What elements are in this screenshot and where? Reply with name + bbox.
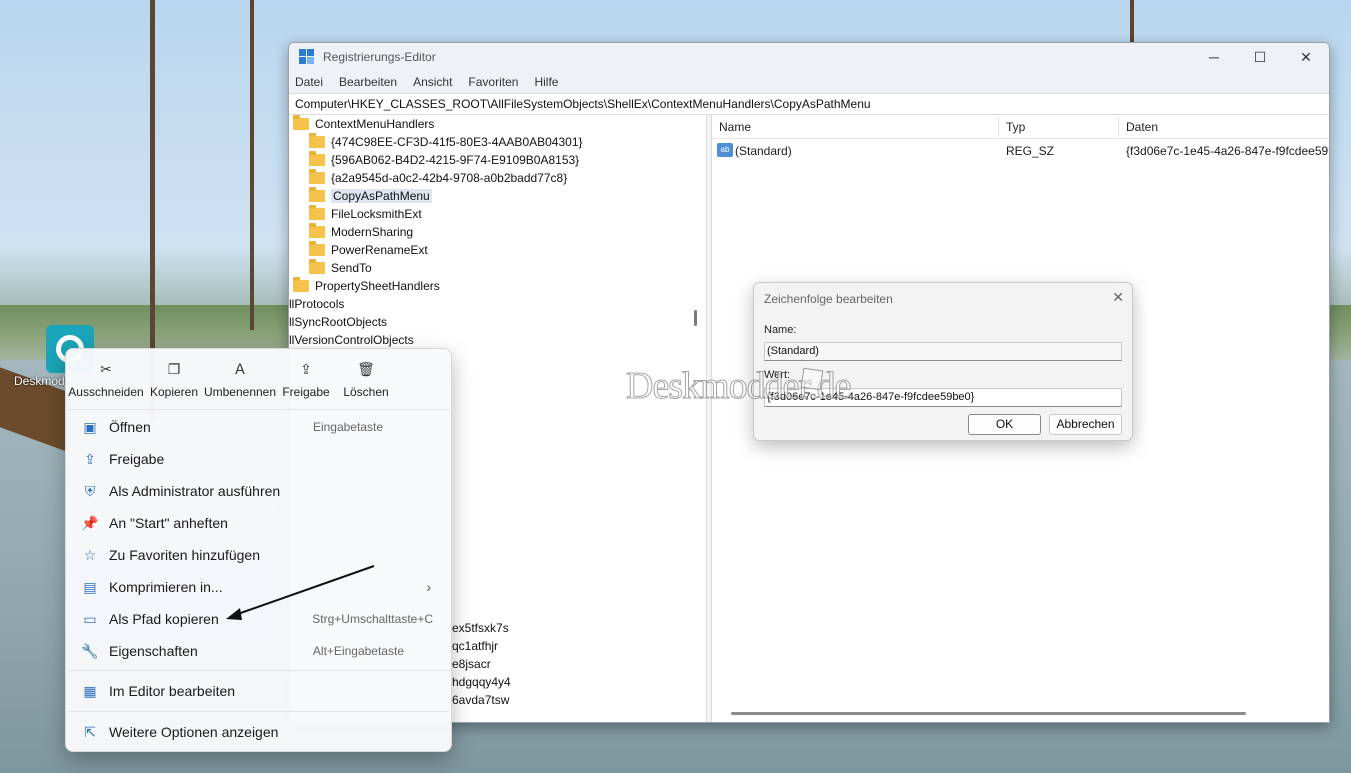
tree-item[interactable]: SendTo xyxy=(289,259,706,277)
menu-hilfe[interactable]: Hilfe xyxy=(534,75,558,89)
list-row[interactable]: ab (Standard) REG_SZ {f3d06e7c-1e45-4a26… xyxy=(712,143,1330,161)
menu-bar: Datei Bearbeiten Ansicht Favoriten Hilfe xyxy=(289,71,1329,93)
archive-icon: ▤ xyxy=(83,578,97,595)
background-mast xyxy=(250,0,254,330)
menu-favoriten[interactable]: Favoriten xyxy=(468,75,518,89)
column-separator[interactable] xyxy=(1118,117,1119,137)
folder-icon xyxy=(309,241,325,256)
menu-item-compress[interactable]: ▤ Komprimieren in... › xyxy=(70,572,447,602)
tree-item[interactable]: ModernSharing xyxy=(289,223,706,241)
menu-separator xyxy=(68,409,449,410)
tree-item-partial[interactable]: 6avda7tsw xyxy=(452,693,509,707)
value-data: {f3d06e7c-1e45-4a26-847e-f9fcdee59be xyxy=(1126,144,1330,158)
pin-icon: 📌 xyxy=(81,514,99,531)
maximize-button[interactable]: ☐ xyxy=(1237,43,1283,71)
tree-item[interactable]: llVersionControlObjects xyxy=(289,331,706,349)
minimize-button[interactable]: ─ xyxy=(1191,43,1237,71)
dialog-close-icon[interactable]: ✕ xyxy=(1112,289,1124,306)
name-field[interactable]: (Standard) xyxy=(764,342,1122,361)
menu-item-more-options[interactable]: ⇱ Weitere Optionen anzeigen xyxy=(70,717,447,747)
open-icon: ▣ xyxy=(83,418,97,435)
column-header-data[interactable]: Daten xyxy=(1126,120,1158,134)
menu-bearbeiten[interactable]: Bearbeiten xyxy=(339,75,397,89)
shortcut-label: Strg+Umschalttaste+C xyxy=(312,612,433,626)
tree-item-partial[interactable]: qc1atfhjr xyxy=(452,639,498,653)
menu-item-open[interactable]: ▣ Öffnen Eingabetaste xyxy=(70,412,447,442)
folder-icon xyxy=(309,259,325,274)
string-value-icon: ab xyxy=(717,143,733,157)
copy-path-icon: ▭ xyxy=(83,610,97,627)
context-menu: ✂ Ausschneiden ❐ Kopieren Ａ Umbenennen ⇪… xyxy=(65,348,452,752)
tree-item-partial[interactable]: ex5tfsxk7s xyxy=(452,621,509,635)
shortcut-label: Alt+Eingabetaste xyxy=(312,644,404,658)
shield-icon: ⛨ xyxy=(84,482,96,499)
folder-icon xyxy=(309,223,325,238)
window-title: Registrierungs-Editor xyxy=(323,50,436,64)
folder-icon xyxy=(309,133,325,148)
star-icon: ☆ xyxy=(83,546,97,563)
tree-item-selected[interactable]: CopyAsPathMenu xyxy=(289,187,706,205)
folder-icon xyxy=(293,115,309,130)
value-name: (Standard) xyxy=(735,144,792,158)
column-header-name[interactable]: Name xyxy=(719,120,751,134)
menu-item-properties[interactable]: 🔧 Eigenschaften Alt+Eingabetaste xyxy=(70,636,447,666)
folder-icon xyxy=(309,187,325,202)
tree-item-partial[interactable]: e8jsacr xyxy=(452,657,491,671)
folder-icon xyxy=(309,205,325,220)
wrench-icon: 🔧 xyxy=(81,642,99,659)
value-type: REG_SZ xyxy=(1006,144,1055,158)
close-button[interactable]: ✕ xyxy=(1283,43,1329,71)
folder-icon xyxy=(309,151,325,166)
shortcut-label: Eingabetaste xyxy=(312,420,383,434)
cancel-button[interactable]: Abbrechen xyxy=(1049,414,1122,435)
watermark-pen-icon xyxy=(800,367,824,391)
tree-item[interactable]: FileLocksmithExt xyxy=(289,205,706,223)
tree-vertical-scrollbar[interactable] xyxy=(694,310,697,326)
edit-string-dialog: Zeichenfolge bearbeiten ✕ Name: (Standar… xyxy=(753,282,1133,441)
tree-item[interactable]: llProtocols xyxy=(289,295,706,313)
tree-item[interactable]: PowerRenameExt xyxy=(289,241,706,259)
list-header: Name Typ Daten xyxy=(712,115,1329,139)
quick-action-delete[interactable]: 🗑 Löschen xyxy=(326,359,406,399)
notepad-icon: ▦ xyxy=(83,682,97,699)
menu-item-copy-as-path[interactable]: ▭ Als Pfad kopieren Strg+Umschalttaste+C xyxy=(70,604,447,634)
dialog-title: Zeichenfolge bearbeiten xyxy=(764,292,893,306)
menu-item-run-as-admin[interactable]: ⛨ Als Administrator ausführen xyxy=(70,476,447,506)
trash-icon: 🗑 xyxy=(357,361,375,377)
folder-icon xyxy=(309,169,325,184)
menu-ansicht[interactable]: Ansicht xyxy=(413,75,452,89)
column-header-type[interactable]: Typ xyxy=(1006,120,1025,134)
list-horizontal-scrollbar[interactable] xyxy=(731,712,1246,715)
ok-button[interactable]: OK xyxy=(968,414,1041,435)
column-separator[interactable] xyxy=(998,117,999,137)
tree-item[interactable]: PropertySheetHandlers xyxy=(289,277,706,295)
desktop-icon-label[interactable]: Deskmod xyxy=(14,374,65,388)
menu-item-edit-in-editor[interactable]: ▦ Im Editor bearbeiten xyxy=(70,676,447,706)
tree-item[interactable]: {596AB062-B4D2-4215-9F74-E9109B0A8153} xyxy=(289,151,706,169)
title-bar: Registrierungs-Editor ─ ☐ ✕ xyxy=(289,43,1329,71)
more-options-icon: ⇱ xyxy=(84,723,96,740)
share-icon: ⇪ xyxy=(84,450,96,467)
folder-icon xyxy=(293,277,309,292)
menu-separator xyxy=(68,670,449,671)
name-label: Name: xyxy=(764,324,797,336)
tree-item[interactable]: {a2a9545d-a0c2-42b4-9708-a0b2badd77c8} xyxy=(289,169,706,187)
chevron-right-icon: › xyxy=(426,579,431,595)
menu-item-pin-to-start[interactable]: 📌 An "Start" anheften xyxy=(70,508,447,538)
regedit-app-icon xyxy=(299,49,315,65)
menu-datei[interactable]: Datei xyxy=(295,75,323,89)
menu-separator xyxy=(68,711,449,712)
tree-item[interactable]: {474C98EE-CF3D-41f5-80E3-4AAB0AB04301} xyxy=(289,133,706,151)
tree-item-partial[interactable]: hdgqqy4y4 xyxy=(452,675,511,689)
tree-item[interactable]: llSyncRootObjects xyxy=(289,313,706,331)
tree-item[interactable]: ContextMenuHandlers xyxy=(289,115,706,133)
menu-item-share[interactable]: ⇪ Freigabe xyxy=(70,444,447,474)
address-bar[interactable]: Computer\HKEY_CLASSES_ROOT\AllFileSystem… xyxy=(289,93,1329,115)
menu-item-add-favorites[interactable]: ☆ Zu Favoriten hinzufügen xyxy=(70,540,447,570)
